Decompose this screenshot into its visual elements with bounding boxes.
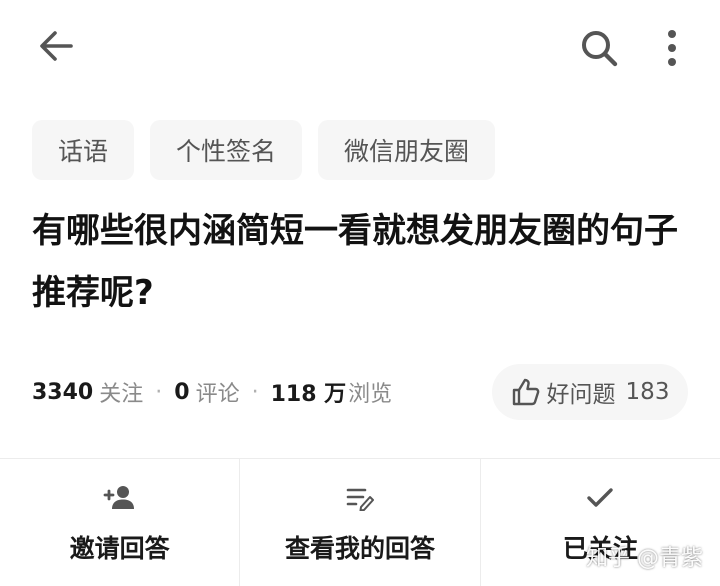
views-label: 浏览 (348, 382, 393, 407)
comments-label[interactable]: 评论 (196, 376, 240, 408)
separator-dot: · (155, 379, 163, 405)
top-bar (0, 0, 720, 96)
question-title: 有哪些很内涵简短一看就想发朋友圈的句子推荐呢? (32, 211, 678, 313)
thumbs-up-icon (512, 378, 539, 406)
arrow-left-icon (40, 31, 73, 61)
separator-dot: · (251, 379, 259, 405)
search-button[interactable] (574, 24, 624, 72)
topic-tag[interactable]: 话语 (32, 120, 135, 180)
view-my-answer-label: 查看我的回答 (284, 534, 435, 563)
more-options-button[interactable] (652, 24, 692, 72)
back-button[interactable] (34, 26, 78, 66)
topic-tag[interactable]: 个性签名 (150, 120, 303, 180)
search-icon (582, 31, 618, 67)
good-question-button[interactable]: 好问题 183 (492, 364, 688, 420)
question-stats: 3340 关注 · 0 评论 · 118 万 浏览 (32, 370, 392, 414)
more-vertical-icon (668, 30, 676, 66)
edit-note-icon (346, 488, 374, 511)
invite-answer-button[interactable]: 邀请回答 (0, 459, 241, 586)
views-count: 118 万 (270, 382, 347, 407)
topic-tag[interactable]: 微信朋友圈 (318, 120, 496, 180)
comments-count[interactable]: 0 (174, 380, 189, 405)
invite-answer-label: 邀请回答 (69, 534, 170, 563)
check-icon (587, 488, 614, 507)
good-question-label: 好问题 (546, 382, 616, 408)
topic-tags: 话语 个性签名 微信朋友圈 (32, 120, 496, 180)
good-question-count: 183 (625, 379, 670, 405)
view-my-answer-button[interactable]: 查看我的回答 (240, 459, 481, 586)
watermark: 知乎 @青紫 (586, 546, 703, 571)
add-user-icon (103, 486, 134, 509)
followers-count: 3340 (32, 379, 94, 405)
followers-label: 关注 (99, 382, 144, 407)
